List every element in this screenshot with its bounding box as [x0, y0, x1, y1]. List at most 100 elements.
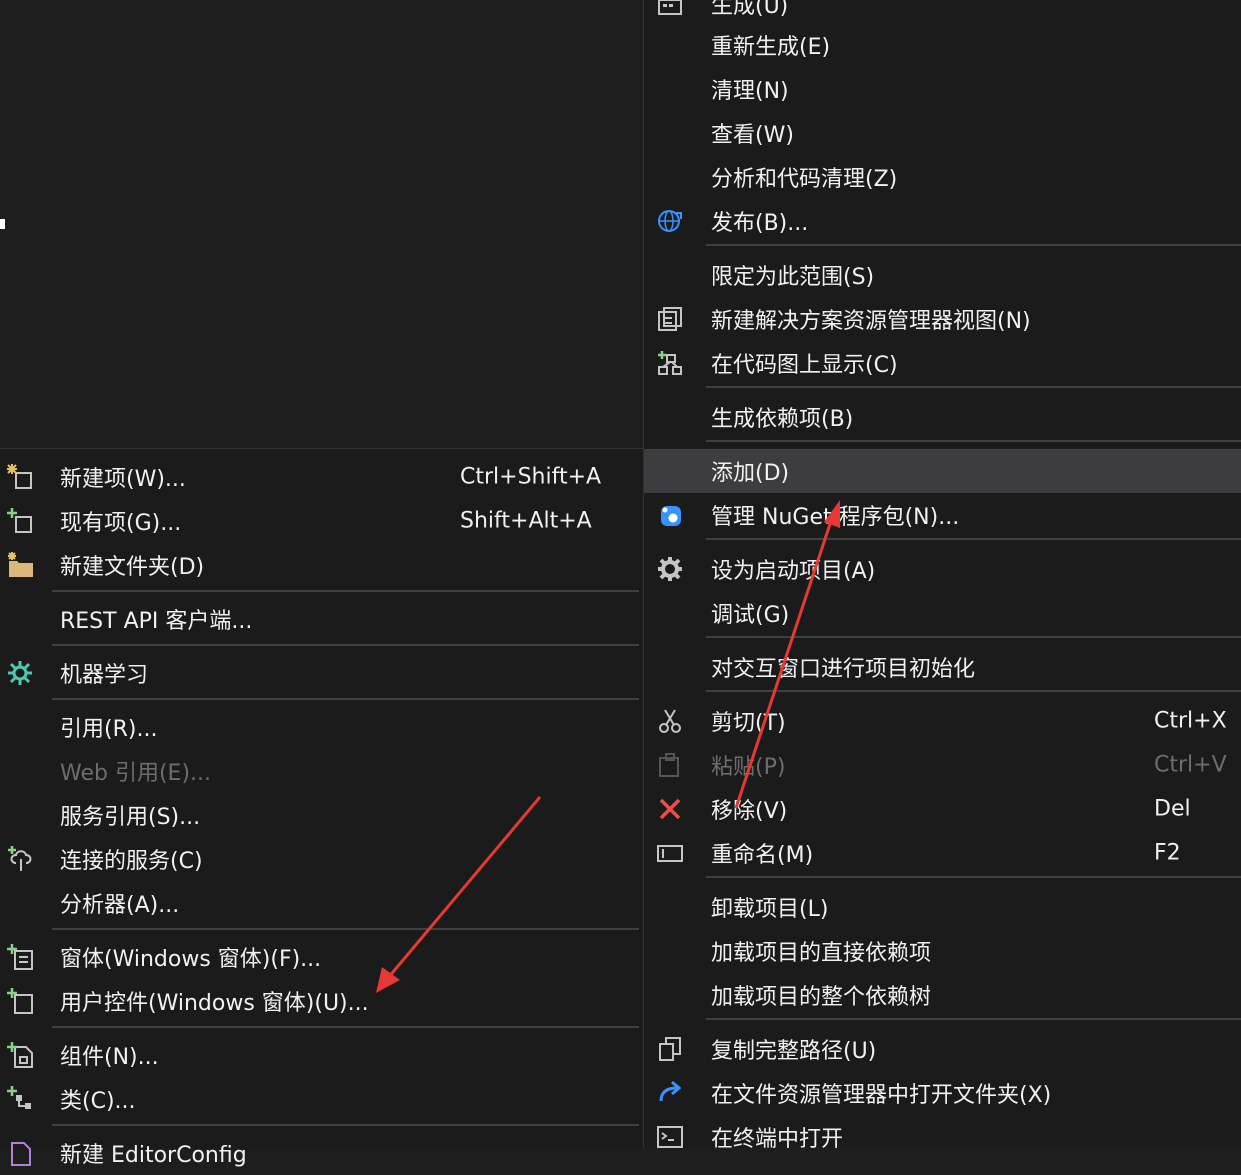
menu-item-new-item[interactable]: 新建项(W)... Ctrl+Shift+A — [0, 455, 643, 499]
menu-item-analyze-code-cleanup[interactable]: 分析和代码清理(Z) — [644, 155, 1241, 199]
globe-publish-icon — [656, 207, 684, 235]
connected-service-icon — [6, 845, 34, 873]
menu-separator — [706, 538, 1241, 540]
menu-item-label: 发布(B)... — [711, 211, 809, 236]
menu-item-label: 类(C)... — [60, 1089, 136, 1114]
menu-item-label: 分析和代码清理(Z) — [711, 167, 898, 192]
component-icon — [6, 1041, 34, 1069]
solution-explorer-view-icon — [656, 305, 684, 333]
class-icon — [6, 1085, 34, 1113]
menu-separator — [52, 590, 639, 592]
menu-item-scope-to-this[interactable]: 限定为此范围(S) — [644, 253, 1241, 297]
menu-item-clean[interactable]: 清理(N) — [644, 67, 1241, 111]
menu-item-label: 移除(V) — [711, 799, 788, 824]
menu-item-rest-api-client[interactable]: REST API 客户端... — [0, 597, 643, 641]
menu-item-build-dependencies[interactable]: 生成依赖项(B) — [644, 395, 1241, 439]
menu-item-label: 生成依赖项(B) — [711, 407, 854, 432]
menu-separator — [52, 1124, 639, 1126]
menu-separator — [706, 440, 1241, 442]
menu-item-component[interactable]: 组件(N)... — [0, 1033, 643, 1077]
menu-item-open-in-file-explorer[interactable]: 在文件资源管理器中打开文件夹(X) — [644, 1071, 1241, 1115]
code-map-icon — [656, 349, 684, 377]
redo-arrow-icon — [656, 1079, 684, 1107]
new-item-icon — [6, 463, 34, 491]
menu-separator — [706, 244, 1241, 246]
menu-item-label: 添加(D) — [711, 461, 790, 486]
menu-item-label: 对交互窗口进行项目初始化 — [711, 657, 976, 682]
menu-item-label: 生成(U) — [711, 0, 789, 19]
menu-item-label: 加载项目的整个依赖树 — [711, 985, 932, 1010]
menu-item-rebuild[interactable]: 重新生成(E) — [644, 23, 1241, 67]
menu-separator — [52, 928, 639, 930]
add-submenu: 新建项(W)... Ctrl+Shift+A 现有项(G)... Shift+A… — [0, 448, 643, 1168]
menu-item-paste[interactable]: 粘贴(P) Ctrl+V — [644, 743, 1241, 787]
menu-item-shortcut: F2 — [1154, 840, 1181, 866]
menu-item-label: 机器学习 — [60, 663, 149, 688]
menu-item-web-reference[interactable]: Web 引用(E)... — [0, 749, 643, 793]
menu-item-windows-form[interactable]: 窗体(Windows 窗体)(F)... — [0, 935, 643, 979]
menu-item-label: 新建解决方案资源管理器视图(N) — [711, 309, 1031, 334]
menu-item-label: 调试(G) — [711, 603, 790, 628]
menu-item-copy-full-path[interactable]: 复制完整路径(U) — [644, 1027, 1241, 1071]
menu-item-class[interactable]: 类(C)... — [0, 1077, 643, 1121]
close-icon — [656, 795, 684, 823]
menu-item-label: REST API 客户端... — [60, 609, 253, 634]
menu-item-machine-learning[interactable]: 机器学习 — [0, 651, 643, 695]
menu-item-debug[interactable]: 调试(G) — [644, 591, 1241, 635]
menu-item-rename[interactable]: 重命名(M) F2 — [644, 831, 1241, 875]
menu-separator — [706, 636, 1241, 638]
menu-item-reference[interactable]: 引用(R)... — [0, 705, 643, 749]
menu-item-load-direct-dependencies[interactable]: 加载项目的直接依赖项 — [644, 929, 1241, 973]
menu-separator — [52, 644, 639, 646]
form-icon — [6, 943, 34, 971]
menu-item-shortcut: Del — [1154, 796, 1191, 822]
menu-item-label: 清理(N) — [711, 79, 789, 104]
menu-item-view[interactable]: 查看(W) — [644, 111, 1241, 155]
menu-item-open-in-terminal[interactable]: 在终端中打开 — [644, 1115, 1241, 1159]
add-existing-icon — [6, 507, 34, 535]
scissors-icon — [656, 707, 684, 735]
menu-item-initialize-interactive[interactable]: 对交互窗口进行项目初始化 — [644, 645, 1241, 689]
menu-item-label: 剪切(T) — [711, 711, 786, 736]
menu-item-label: 用户控件(Windows 窗体)(U)... — [60, 991, 369, 1016]
new-folder-icon — [6, 551, 34, 579]
window-edge-marker — [0, 219, 5, 229]
menu-item-shortcut: Ctrl+V — [1154, 752, 1227, 778]
menu-item-service-reference[interactable]: 服务引用(S)... — [0, 793, 643, 837]
menu-separator — [706, 876, 1241, 878]
build-icon — [656, 0, 684, 18]
menu-item-label: 粘贴(P) — [711, 755, 786, 780]
menu-separator — [706, 386, 1241, 388]
menu-item-new-solution-explorer-view[interactable]: 新建解决方案资源管理器视图(N) — [644, 297, 1241, 341]
menu-item-unload-project[interactable]: 卸载项目(L) — [644, 885, 1241, 929]
menu-item-remove[interactable]: 移除(V) Del — [644, 787, 1241, 831]
user-control-icon — [6, 987, 34, 1015]
menu-item-label: 重命名(M) — [711, 843, 814, 868]
menu-item-show-on-code-map[interactable]: 在代码图上显示(C) — [644, 341, 1241, 385]
clipboard-icon — [656, 751, 684, 779]
menu-item-load-dependency-tree[interactable]: 加载项目的整个依赖树 — [644, 973, 1241, 1017]
menu-item-label: 引用(R)... — [60, 717, 158, 742]
menu-item-new-editorconfig[interactable]: 新建 EditorConfig — [0, 1131, 643, 1175]
menu-item-label: Web 引用(E)... — [60, 761, 212, 786]
menu-item-cut[interactable]: 剪切(T) Ctrl+X — [644, 699, 1241, 743]
machine-learning-icon — [6, 659, 34, 687]
menu-item-label: 窗体(Windows 窗体)(F)... — [60, 947, 322, 972]
menu-item-set-startup-project[interactable]: 设为启动项目(A) — [644, 547, 1241, 591]
menu-item-user-control[interactable]: 用户控件(Windows 窗体)(U)... — [0, 979, 643, 1023]
menu-item-label: 现有项(G)... — [60, 511, 182, 536]
menu-item-label: 管理 NuGet 程序包(N)... — [711, 505, 960, 530]
menu-item-label: 服务引用(S)... — [60, 805, 201, 830]
menu-item-manage-nuget[interactable]: 管理 NuGet 程序包(N)... — [644, 493, 1241, 537]
menu-item-shortcut: Ctrl+Shift+A — [460, 464, 602, 490]
menu-item-existing-item[interactable]: 现有项(G)... Shift+Alt+A — [0, 499, 643, 543]
menu-item-new-folder[interactable]: 新建文件夹(D) — [0, 543, 643, 587]
menu-item-analyzer[interactable]: 分析器(A)... — [0, 881, 643, 925]
menu-item-add[interactable]: 添加(D) — [644, 449, 1241, 493]
menu-item-publish[interactable]: 发布(B)... — [644, 199, 1241, 243]
terminal-icon — [656, 1123, 684, 1151]
menu-item-connected-services[interactable]: 连接的服务(C) — [0, 837, 643, 881]
menu-separator — [706, 690, 1241, 692]
menu-item-label: 新建文件夹(D) — [60, 555, 205, 580]
menu-item-label: 分析器(A)... — [60, 893, 180, 918]
